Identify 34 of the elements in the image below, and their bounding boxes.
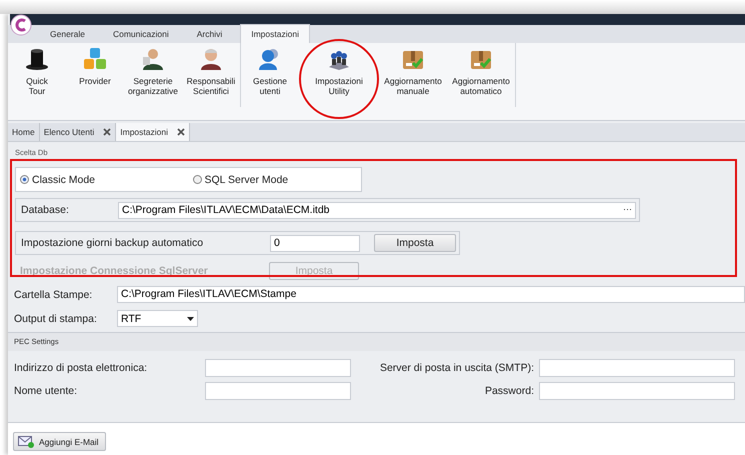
ribbon-button[interactable]: Aggiornamento automatico xyxy=(447,47,515,107)
tab-label[interactable]: Home xyxy=(12,127,35,137)
output-dropdown[interactable]: RTF xyxy=(117,310,198,327)
field-label: Database: xyxy=(21,204,70,216)
ribbon-tab[interactable]: Generale xyxy=(40,25,95,43)
field-label: Impostazione giorni backup automatico xyxy=(21,237,204,249)
field-label: Impostazione Connessione SqlServer xyxy=(20,264,209,276)
field-label: Password: xyxy=(484,385,535,397)
field-label: Cartella Stampe: xyxy=(14,288,94,300)
radio-label[interactable]: SQL Server Mode xyxy=(204,174,288,186)
ribbon-tab[interactable]: Archivi xyxy=(186,25,232,43)
tab-label[interactable]: Elenco Utenti xyxy=(44,127,94,137)
ribbon-button[interactable]: Gestione utenti xyxy=(241,47,299,107)
document-tab[interactable]: Impostazioni xyxy=(116,123,190,141)
browse-button[interactable]: ··· xyxy=(623,204,632,216)
ribbon-tab[interactable]: Impostazioni xyxy=(240,24,310,43)
field-label: Indirizzo di posta elettronica: xyxy=(14,362,148,374)
add-email-button[interactable]: Aggiungi E-Mail xyxy=(13,432,106,451)
folder-field[interactable]: C:\Program Files\ITLAV\ECM\Stampe xyxy=(117,286,745,303)
ribbon-button[interactable]: Provider xyxy=(66,47,124,107)
database-field[interactable]: C:\Program Files\ITLAV\ECM\Data\ECM.itdb ··· xyxy=(118,202,636,218)
document-tab[interactable]: Home xyxy=(8,123,40,141)
radio-label[interactable]: Classic Mode xyxy=(32,174,96,186)
set-button[interactable]: Imposta xyxy=(374,234,456,252)
days-field[interactable]: 0 xyxy=(270,234,360,252)
ribbon-tab[interactable]: Comunicazioni xyxy=(102,25,179,43)
ribbon-button[interactable]: Responsabili Scientifici xyxy=(182,47,240,107)
field-label: Output di stampa: xyxy=(14,312,98,324)
field-label: Server di posta in uscita (SMTP): xyxy=(378,362,535,374)
tab-label[interactable]: Impostazioni xyxy=(120,127,168,137)
ribbon-button[interactable]: Aggiornamento manuale xyxy=(379,47,447,107)
field-label: Nome utente: xyxy=(14,385,78,397)
ribbon-button[interactable]: Segreterie organizzative xyxy=(124,47,182,107)
ribbon-button[interactable]: Quick Tour xyxy=(8,47,66,107)
